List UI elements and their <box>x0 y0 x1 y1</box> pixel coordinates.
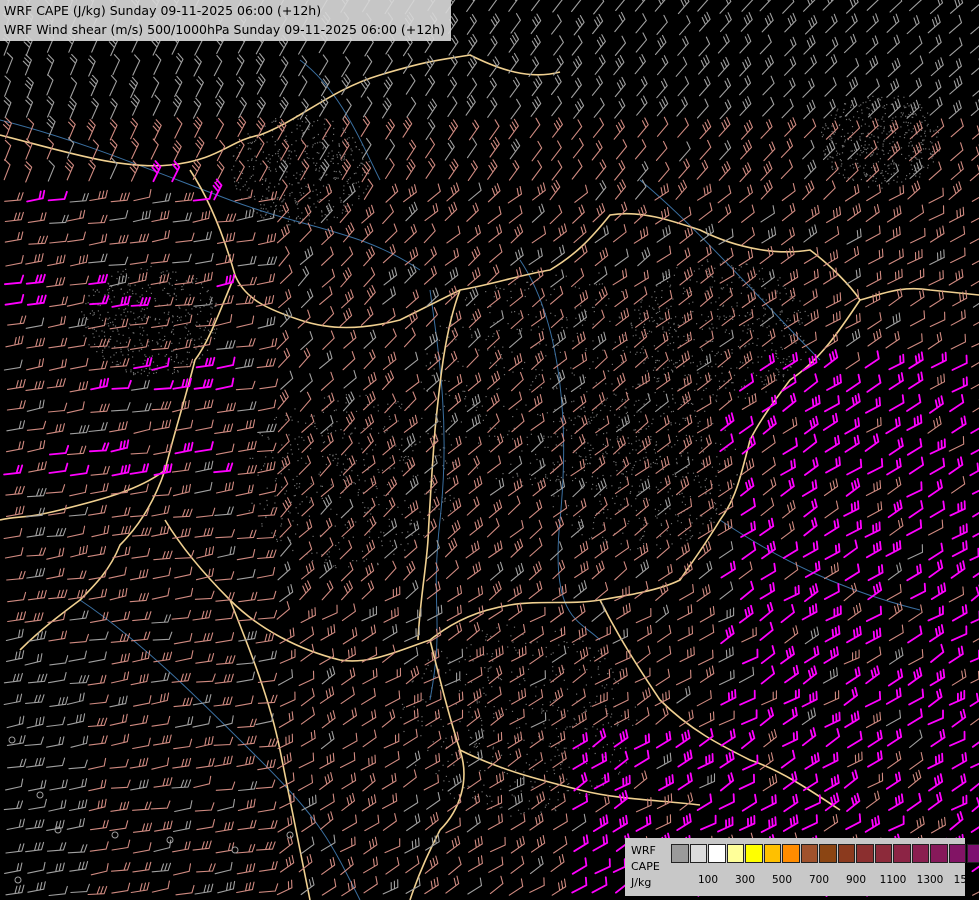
legend-swatch <box>800 844 818 863</box>
legend-swatch <box>874 844 892 863</box>
title-wind-shear: WRF Wind shear (m/s) 500/1000hPa Sunday … <box>4 22 445 37</box>
legend-tick-label: 1100 <box>879 874 907 886</box>
legend-tick-label: 1300 <box>916 874 944 886</box>
legend-swatch <box>763 844 781 863</box>
legend-tick-label: 100 <box>697 874 719 886</box>
legend-swatch <box>911 844 929 863</box>
legend-label-field: CAPE <box>631 860 660 873</box>
legend-swatch <box>930 844 948 863</box>
legend-ticks: 100 300 500 700 900 1100 1300 1500 <box>671 874 979 888</box>
legend-tick-label: 1500 <box>953 874 979 886</box>
legend-tick-label: 300 <box>734 874 756 886</box>
legend-tick-label: 500 <box>771 874 793 886</box>
legend-swatch <box>819 844 837 863</box>
map-canvas <box>0 0 979 900</box>
legend-label-model: WRF <box>631 844 656 857</box>
legend-swatch <box>745 844 763 863</box>
legend-swatch <box>671 844 689 863</box>
legend-swatch <box>893 844 911 863</box>
legend-tick-label: 700 <box>808 874 830 886</box>
title-cape: WRF CAPE (J/kg) Sunday 09-11-2025 06:00 … <box>4 3 322 18</box>
legend-swatch <box>948 844 966 863</box>
legend-swatch <box>967 844 979 863</box>
legend-swatch <box>726 844 744 863</box>
legend-swatch <box>708 844 726 863</box>
map-title-panel: WRF CAPE (J/kg) Sunday 09-11-2025 06:00 … <box>0 0 451 41</box>
cape-legend: WRF CAPE J/kg 100 300 500 700 900 1100 1300 150… <box>625 838 979 896</box>
legend-swatch <box>856 844 874 863</box>
legend-swatch <box>689 844 707 863</box>
legend-swatches <box>671 844 979 863</box>
legend-tick-label: 900 <box>845 874 867 886</box>
legend-swatch <box>782 844 800 863</box>
legend-label-unit: J/kg <box>631 876 652 889</box>
legend-swatch <box>837 844 855 863</box>
